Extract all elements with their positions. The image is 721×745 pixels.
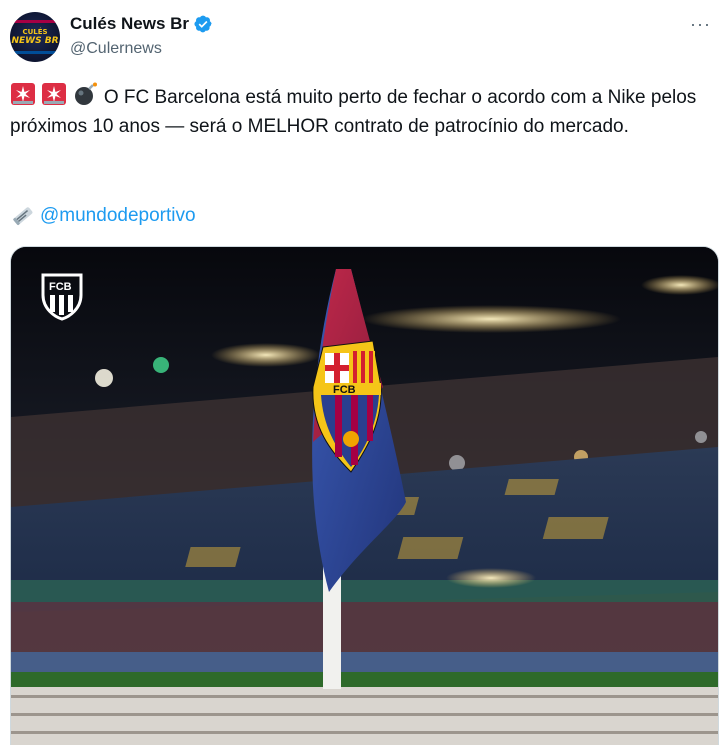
mention-link[interactable]: @mundodeportivo	[40, 201, 196, 230]
fcb-logo-text: FCB	[49, 281, 72, 293]
author-row: Culés News Br	[70, 14, 213, 34]
more-options-icon[interactable]: ···	[690, 14, 711, 35]
ad-board	[11, 580, 718, 602]
tweet-image[interactable]: FCB FCB	[10, 246, 719, 745]
pitch	[11, 672, 718, 687]
wooden-bench	[11, 687, 718, 745]
verified-badge-icon	[194, 15, 212, 33]
tweet-body: O FC Barcelona está muito perto de fecha…	[10, 87, 697, 137]
stadium-photo: FCB FCB	[11, 247, 718, 745]
lower-tier	[11, 602, 718, 652]
rotating-light-emoji	[11, 83, 35, 105]
newspaper-roll-icon	[13, 206, 33, 225]
avatar-text-top: CULÉS	[22, 28, 48, 36]
bomb-emoji	[74, 82, 97, 105]
author-handle[interactable]: @Culernews	[70, 40, 162, 58]
avatar[interactable]: CULÉS NEWS BR	[10, 12, 60, 62]
rotating-light-emoji	[42, 83, 67, 105]
mention-line: @mundodeportivo	[10, 201, 196, 230]
avatar-text-bottom: NEWS BR	[11, 36, 59, 46]
flag-crest-text: FCB	[333, 384, 356, 396]
author-name[interactable]: Culés News Br	[70, 14, 189, 34]
tweet-text: O FC Barcelona está muito perto de fecha…	[10, 82, 715, 141]
